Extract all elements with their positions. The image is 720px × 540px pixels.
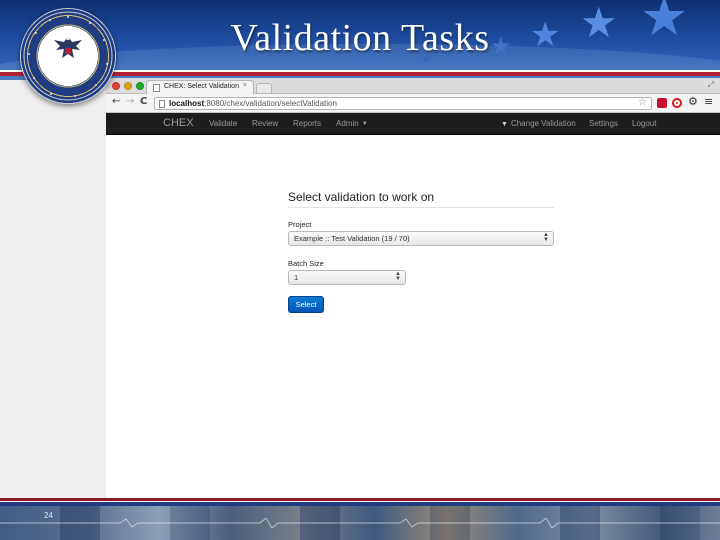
project-select[interactable]: Example :: Test Validation (19 / 70) ▲ ▼	[288, 231, 554, 246]
va-seal-icon	[20, 8, 116, 104]
browser-tab-strip: CHEX: Select Validation × ⤢	[106, 78, 720, 95]
presentation-slide: ★ ★ ★ ★ ★ ★ ★ Validation Tasks CHEX: Sel…	[0, 0, 720, 540]
url-host: localhost	[169, 99, 205, 108]
address-bar[interactable]: localhost:8080/chex/validation/selectVal…	[154, 97, 652, 110]
select-button[interactable]: Select	[288, 296, 324, 313]
fullscreen-icon[interactable]: ⤢	[708, 80, 714, 90]
browser-toolbar: ← → C localhost:8080/chex/validation/sel…	[106, 94, 720, 113]
select-arrows-icon: ▲ ▼	[543, 232, 549, 243]
zoom-window-icon[interactable]	[136, 82, 144, 90]
bookmark-star-icon[interactable]: ☆	[638, 97, 647, 108]
heartbeat-line-icon	[0, 518, 720, 528]
browser-tab[interactable]: CHEX: Select Validation ×	[146, 80, 254, 95]
nav-validate[interactable]: Validate	[209, 119, 237, 128]
page-icon	[153, 84, 160, 92]
nav-logout[interactable]: Logout	[632, 119, 656, 128]
batch-size-label: Batch Size	[288, 259, 324, 268]
heading-divider	[288, 207, 554, 208]
project-label: Project	[288, 220, 312, 229]
project-select-value: Example :: Test Validation (19 / 70)	[294, 234, 410, 243]
nav-reports[interactable]: Reports	[293, 119, 321, 128]
eagle-icon	[54, 36, 82, 58]
opera-icon[interactable]	[672, 98, 682, 108]
brand-logo[interactable]: CHEX	[163, 117, 194, 129]
nav-admin-label: Admin	[336, 119, 359, 128]
url-path: :8080/chex/validation/selectValidation	[204, 99, 337, 108]
batch-size-value: 1	[294, 273, 299, 282]
photo-collage-strip	[0, 506, 720, 540]
page-icon	[159, 100, 165, 108]
app-navbar: CHEX Validate Review Reports Admin ▼ ▼ Cha…	[106, 113, 720, 135]
slide-page-number: 24	[44, 511, 53, 520]
forward-arrow-icon[interactable]: →	[126, 96, 134, 107]
chevron-down-icon: ▼	[501, 121, 508, 128]
bottom-stripe	[0, 498, 720, 506]
batch-size-select[interactable]: 1 ▲ ▼	[288, 270, 406, 285]
new-tab-button[interactable]	[256, 83, 272, 93]
extension-icon[interactable]	[657, 98, 667, 108]
tab-title: CHEX: Select Validation	[164, 83, 239, 90]
slide-left-margin	[0, 80, 106, 502]
caret-down-icon: ▼	[361, 121, 368, 127]
nav-settings[interactable]: Settings	[589, 119, 618, 128]
form-heading: Select validation to work on	[288, 190, 435, 204]
change-validation-label: Change Validation	[510, 119, 576, 128]
reload-icon[interactable]: C	[140, 96, 147, 107]
menu-icon[interactable]: ≡	[704, 95, 713, 108]
minimize-window-icon[interactable]	[124, 82, 132, 90]
url-text: localhost:8080/chex/validation/selectVal…	[169, 98, 337, 110]
nav-admin-dropdown[interactable]: Admin ▼	[336, 119, 368, 128]
nav-change-validation[interactable]: ▼ Change Validation	[501, 119, 576, 128]
tab-close-icon[interactable]: ×	[243, 82, 247, 89]
select-arrows-icon: ▲ ▼	[395, 271, 401, 282]
gear-icon[interactable]: ⚙	[688, 95, 698, 108]
nav-review[interactable]: Review	[252, 119, 278, 128]
browser-window: CHEX: Select Validation × ⤢ ← → C localh…	[106, 78, 720, 502]
